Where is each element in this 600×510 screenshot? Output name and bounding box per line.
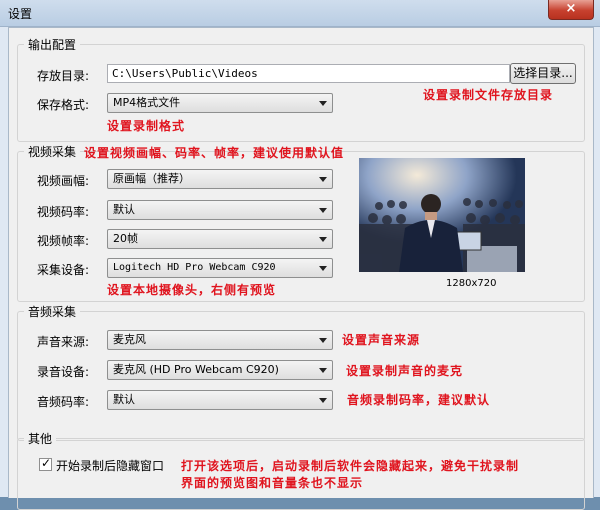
format-label: 保存格式:	[37, 98, 90, 112]
settings-window: 设置 × 输出配置 存放目录: C:\Users\Public\Videos 选…	[0, 0, 600, 510]
audio-device-label: 录音设备:	[37, 365, 90, 379]
video-size-select[interactable]: 原画幅（推荐）	[107, 169, 333, 189]
close-button[interactable]: ×	[548, 0, 594, 20]
dir-note: 设置录制文件存放目录	[423, 88, 554, 102]
other-legend: 其他	[24, 430, 57, 447]
video-legend-note: 设置视频画幅、码率、帧率，建议使用默认值	[84, 146, 345, 160]
hide-window-note: 打开该选项后，启动录制后软件会隐藏起来，避免干扰录制	[181, 459, 520, 473]
video-size-value: 原画幅（推荐）	[113, 172, 190, 185]
audio-source-value: 麦克风	[113, 333, 146, 346]
chevron-down-icon	[319, 368, 327, 373]
chevron-down-icon	[319, 398, 327, 403]
check-mark-icon: ✓	[41, 456, 52, 470]
format-select[interactable]: MP4格式文件	[107, 93, 333, 113]
video-bitrate-value: 默认	[113, 203, 135, 216]
chevron-down-icon	[319, 101, 327, 106]
audio-source-label: 声音来源:	[37, 335, 90, 349]
window-title: 设置	[8, 7, 33, 21]
dialog-client: 输出配置 存放目录: C:\Users\Public\Videos 选择目录..…	[8, 27, 594, 510]
video-fps-select[interactable]: 20帧	[107, 229, 333, 249]
chevron-down-icon	[319, 177, 327, 182]
hide-window-checkbox[interactable]: ✓	[39, 456, 52, 471]
format-note: 设置录制格式	[107, 119, 186, 133]
audio-device-value: 麦克风 (HD Pro Webcam C920)	[113, 363, 279, 376]
hide-window-label[interactable]: 开始录制后隐藏窗口	[56, 457, 164, 474]
audio-device-select[interactable]: 麦克风 (HD Pro Webcam C920)	[107, 360, 333, 380]
browse-directory-button[interactable]: 选择目录...	[510, 63, 576, 84]
camera-preview-image	[359, 158, 525, 272]
audio-bitrate-label: 音频码率:	[37, 395, 90, 409]
video-device-select[interactable]: Logitech HD Pro Webcam C920	[107, 258, 333, 278]
audio-legend: 音频采集	[24, 303, 81, 320]
audio-bitrate-select[interactable]: 默认	[107, 390, 333, 410]
audio-source-note: 设置声音来源	[342, 333, 421, 347]
chevron-down-icon	[319, 208, 327, 213]
video-fps-value: 20帧	[113, 232, 138, 245]
video-fps-label: 视频帧率:	[37, 234, 90, 248]
video-legend: 视频采集	[24, 143, 81, 160]
video-bitrate-select[interactable]: 默认	[107, 200, 333, 220]
audio-bitrate-note: 音频录制码率，建议默认	[347, 393, 491, 407]
title-bar[interactable]: 设置 ×	[0, 0, 600, 27]
format-select-value: MP4格式文件	[113, 96, 181, 109]
output-legend: 输出配置	[24, 36, 81, 53]
video-device-value: Logitech HD Pro Webcam C920	[113, 262, 276, 273]
chevron-down-icon	[319, 237, 327, 242]
camera-preview	[359, 158, 525, 272]
dir-label: 存放目录:	[37, 69, 90, 83]
close-icon: ×	[565, 1, 577, 16]
video-size-label: 视频画幅:	[37, 174, 90, 188]
video-device-note: 设置本地摄像头，右侧有预览	[107, 283, 277, 297]
video-bitrate-label: 视频码率:	[37, 205, 90, 219]
video-device-label: 采集设备:	[37, 263, 90, 277]
audio-source-select[interactable]: 麦克风	[107, 330, 333, 350]
hide-window-note-cont: 界面的预览图和音量条也不显示	[181, 476, 364, 490]
dir-input[interactable]: C:\Users\Public\Videos	[107, 64, 510, 83]
preview-resolution: 1280x720	[446, 278, 497, 289]
chevron-down-icon	[319, 266, 327, 271]
audio-device-note: 设置录制声音的麦克	[346, 364, 464, 378]
audio-bitrate-value: 默认	[113, 393, 135, 406]
chevron-down-icon	[319, 338, 327, 343]
